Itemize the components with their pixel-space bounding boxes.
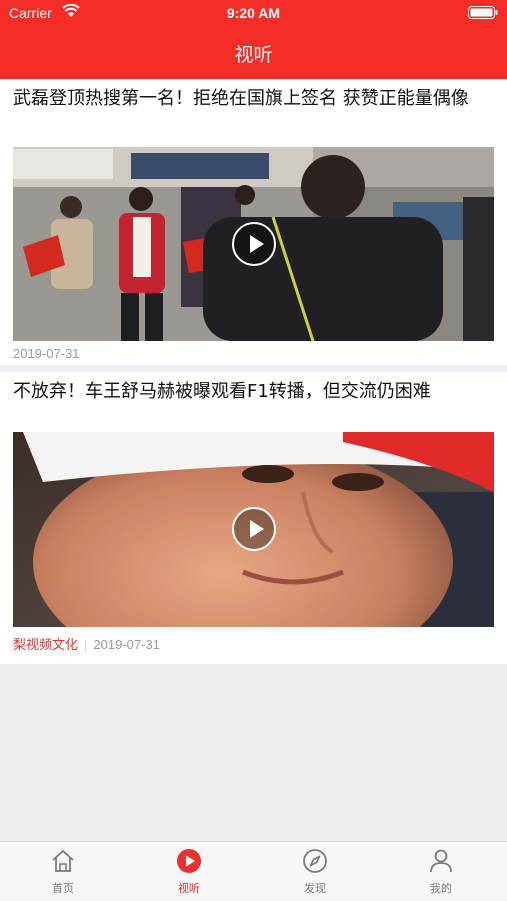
video-card[interactable]: 不放弃！车王舒马赫被曝观看F1转播，但交流仍困难 梨视频文化 | 2019-07…	[0, 372, 507, 664]
video-title[interactable]: 不放弃！车王舒马赫被曝观看F1转播，但交流仍困难	[13, 380, 498, 404]
tab-label: 发现	[304, 882, 326, 895]
video-meta: 2019-07-31	[13, 346, 80, 361]
video-thumbnail[interactable]	[13, 147, 494, 341]
video-thumbnail[interactable]	[13, 432, 494, 627]
tab-label: 首页	[52, 882, 74, 895]
video-date: 2019-07-31	[93, 637, 160, 652]
tab-label: 我的	[430, 882, 452, 895]
video-card[interactable]: 武磊登顶热搜第一名！拒绝在国旗上签名 获赞正能量偶像 2019-07-31	[0, 79, 507, 365]
tab-discover[interactable]: 发现	[252, 842, 378, 901]
video-source[interactable]: 梨视频文化	[13, 638, 78, 653]
page-title: 视听	[234, 44, 273, 66]
tab-video[interactable]: 视听	[126, 842, 252, 901]
status-bar: Carrier 9:20 AM	[0, 0, 507, 28]
app-header: Carrier 9:20 AM 视听	[0, 0, 507, 79]
battery-icon	[468, 6, 498, 19]
status-time: 9:20 AM	[226, 5, 281, 21]
tab-label: 视听	[178, 882, 200, 895]
video-title[interactable]: 武磊登顶热搜第一名！拒绝在国旗上签名 获赞正能量偶像	[13, 87, 498, 111]
video-date: 2019-07-31	[13, 346, 80, 361]
play-circle-icon	[177, 849, 201, 873]
home-icon	[52, 850, 74, 872]
play-button[interactable]	[232, 222, 276, 266]
play-button[interactable]	[232, 507, 276, 551]
video-meta: 梨视频文化 | 2019-07-31	[13, 634, 160, 653]
tab-bar: 首页 视听 发现 我的	[0, 841, 507, 900]
meta-divider: |	[84, 637, 88, 652]
user-icon	[430, 849, 452, 873]
tab-home[interactable]: 首页	[0, 842, 126, 901]
compass-icon	[303, 849, 327, 873]
tab-me[interactable]: 我的	[378, 842, 504, 901]
video-feed: 武磊登顶热搜第一名！拒绝在国旗上签名 获赞正能量偶像 2019-07-31 不放…	[0, 79, 507, 664]
